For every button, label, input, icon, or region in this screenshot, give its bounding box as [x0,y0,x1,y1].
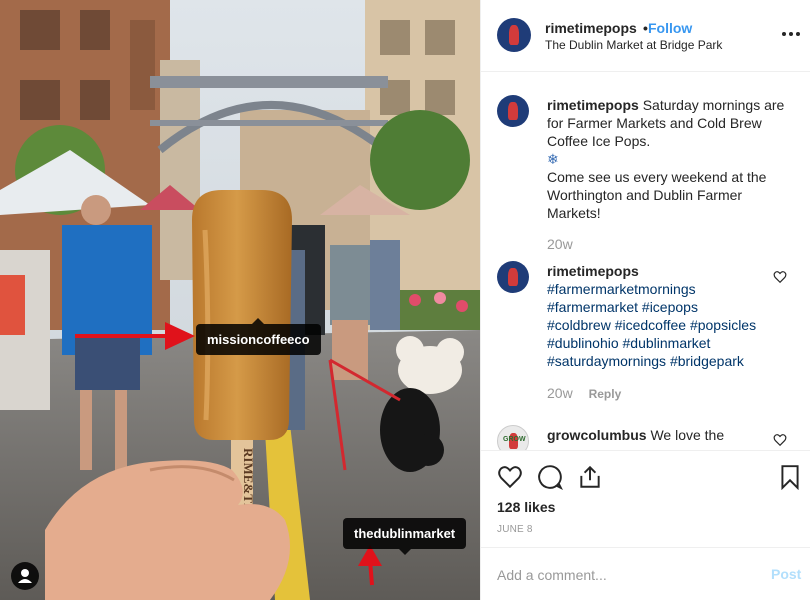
hashtag-line[interactable]: #coldbrew #icedcoffee #popsicles [547,316,787,334]
post-header: rimetimepops • Follow The Dublin Market … [481,0,810,72]
comment-icon[interactable] [537,464,563,490]
snowflake-emoji: ❄ [547,151,559,167]
reply-button[interactable]: Reply [589,387,622,401]
hashtag-comment-age[interactable]: 20w [547,385,573,401]
photo-tag-thedublinmarket[interactable]: thedublinmarket [343,518,467,555]
user-tags-icon[interactable] [11,562,39,590]
follow-button[interactable]: Follow [648,20,692,36]
more-options-icon[interactable] [781,24,801,44]
post-action-bar: 128 likes JUNE 8 Post [481,450,810,600]
post-side-panel: rimetimepops • Follow The Dublin Market … [480,0,810,600]
caption-line: Saturday mornings are [642,97,785,113]
caption-line: Worthington and Dublin Farmer [547,187,743,203]
commenter-avatar[interactable] [497,261,529,293]
author-avatar[interactable] [497,18,531,52]
growcolumbus-comment-text: growcolumbus We love the [547,426,787,444]
growcolumbus-avatar[interactable]: GROW [497,425,529,450]
comments-list[interactable]: rimetimepops Saturday mornings are for F… [481,73,810,450]
caption-age[interactable]: 20w [547,236,573,252]
author-username[interactable]: rimetimepops [545,20,637,36]
caption-age-text[interactable]: 20w [547,236,573,252]
hashtag-line[interactable]: #farmermarketmornings [547,280,787,298]
caption-line: Come see us every weekend at the [547,169,767,185]
commenter-username[interactable]: rimetimepops [547,262,787,280]
post-date[interactable]: JUNE 8 [497,524,533,535]
hashtag-comment-meta: 20w Reply [547,385,621,401]
comment-input[interactable] [497,564,757,586]
hashtag-comment-text: rimetimepops #farmermarketmornings #farm… [547,262,787,370]
caption-line: Coffee Ice Pops. [547,133,651,149]
bookmark-icon[interactable] [777,464,803,490]
share-icon[interactable] [577,464,603,490]
comment-like-heart-icon[interactable] [773,270,787,284]
post-photo[interactable]: RIME&TIME missioncoffeeco thedublinmarke… [0,0,480,600]
hashtag-line[interactable]: #saturdaymornings #bridgepark [547,352,787,370]
heart-icon[interactable] [497,464,523,490]
add-comment-row: Post [481,547,810,600]
growcolumbus-text: We love the [650,427,725,443]
hashtag-line[interactable]: #farmermarket #icepops [547,298,787,316]
growcolumbus-username[interactable]: growcolumbus [547,427,647,443]
caption-text: rimetimepops Saturday mornings are for F… [547,96,787,222]
caption-line: for Farmer Markets and Cold Brew [547,115,762,131]
post-location[interactable]: The Dublin Market at Bridge Park [545,38,722,52]
caption-username[interactable]: rimetimepops [547,97,639,113]
post-comment-button[interactable]: Post [771,566,801,582]
likes-count[interactable]: 128 likes [497,499,555,515]
caption-avatar[interactable] [497,95,529,127]
hashtag-line[interactable]: #dublinohio #dublinmarket [547,334,787,352]
market-scene-image: RIME&TIME [0,0,480,600]
growcolumbus-avatar-text: GROW [503,436,526,443]
comment-like-heart-icon[interactable] [773,433,787,447]
caption-line: Markets! [547,205,601,221]
photo-tag-missioncoffeeco[interactable]: missioncoffeeco [196,318,321,355]
